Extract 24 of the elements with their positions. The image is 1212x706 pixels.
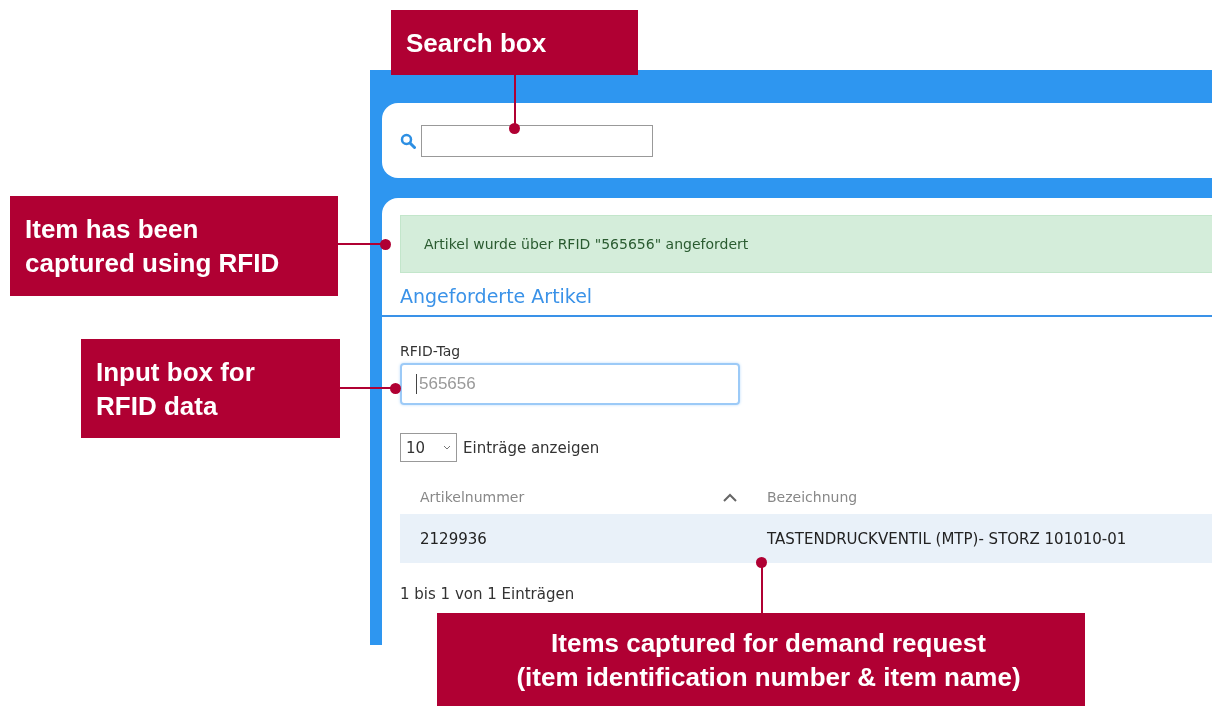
table-cell-text: TASTENDRUCKVENTIL (MTP)- STORZ 101010-01: [766, 529, 1127, 548]
annotation-label: Item has been captured using RFID: [10, 196, 338, 296]
column-header[interactable]: Artikelnummer: [400, 489, 745, 505]
section-title: Angeforderte Artikel: [400, 285, 594, 307]
entries-info: 1 bis 1 von 1 Einträgen: [400, 585, 576, 603]
search-field[interactable]: [421, 124, 653, 157]
leader-dot: [380, 239, 391, 250]
leader-dot: [756, 557, 767, 568]
field-label: RFID-Tag: [400, 343, 462, 359]
search-icon: [400, 132, 416, 149]
page-length-label: Einträge anzeigen: [463, 438, 600, 457]
table-row[interactable]: 2129936 TASTENDRUCKVENTIL (MTP)- STORZ 101010-01: [400, 514, 1212, 563]
page-length-select[interactable]: 10: [400, 433, 457, 462]
column-header[interactable]: Bezeichnung: [745, 489, 858, 505]
table-cell-text: 2129936: [419, 529, 488, 548]
alert-message: Artikel wurde über RFID "565656" angefordert: [424, 236, 749, 252]
annotation-label: Search box: [391, 10, 638, 75]
sort-up-icon: [723, 492, 737, 502]
chevron-down-icon: [443, 445, 451, 450]
annotation-label: Input box for RFID data: [81, 339, 340, 438]
leader-dot: [509, 123, 520, 134]
rfid-input-field[interactable]: 565656: [400, 363, 740, 405]
annotation-label: Items captured for demand request (item identification number & item name): [437, 613, 1085, 706]
leader-dot: [390, 383, 401, 394]
